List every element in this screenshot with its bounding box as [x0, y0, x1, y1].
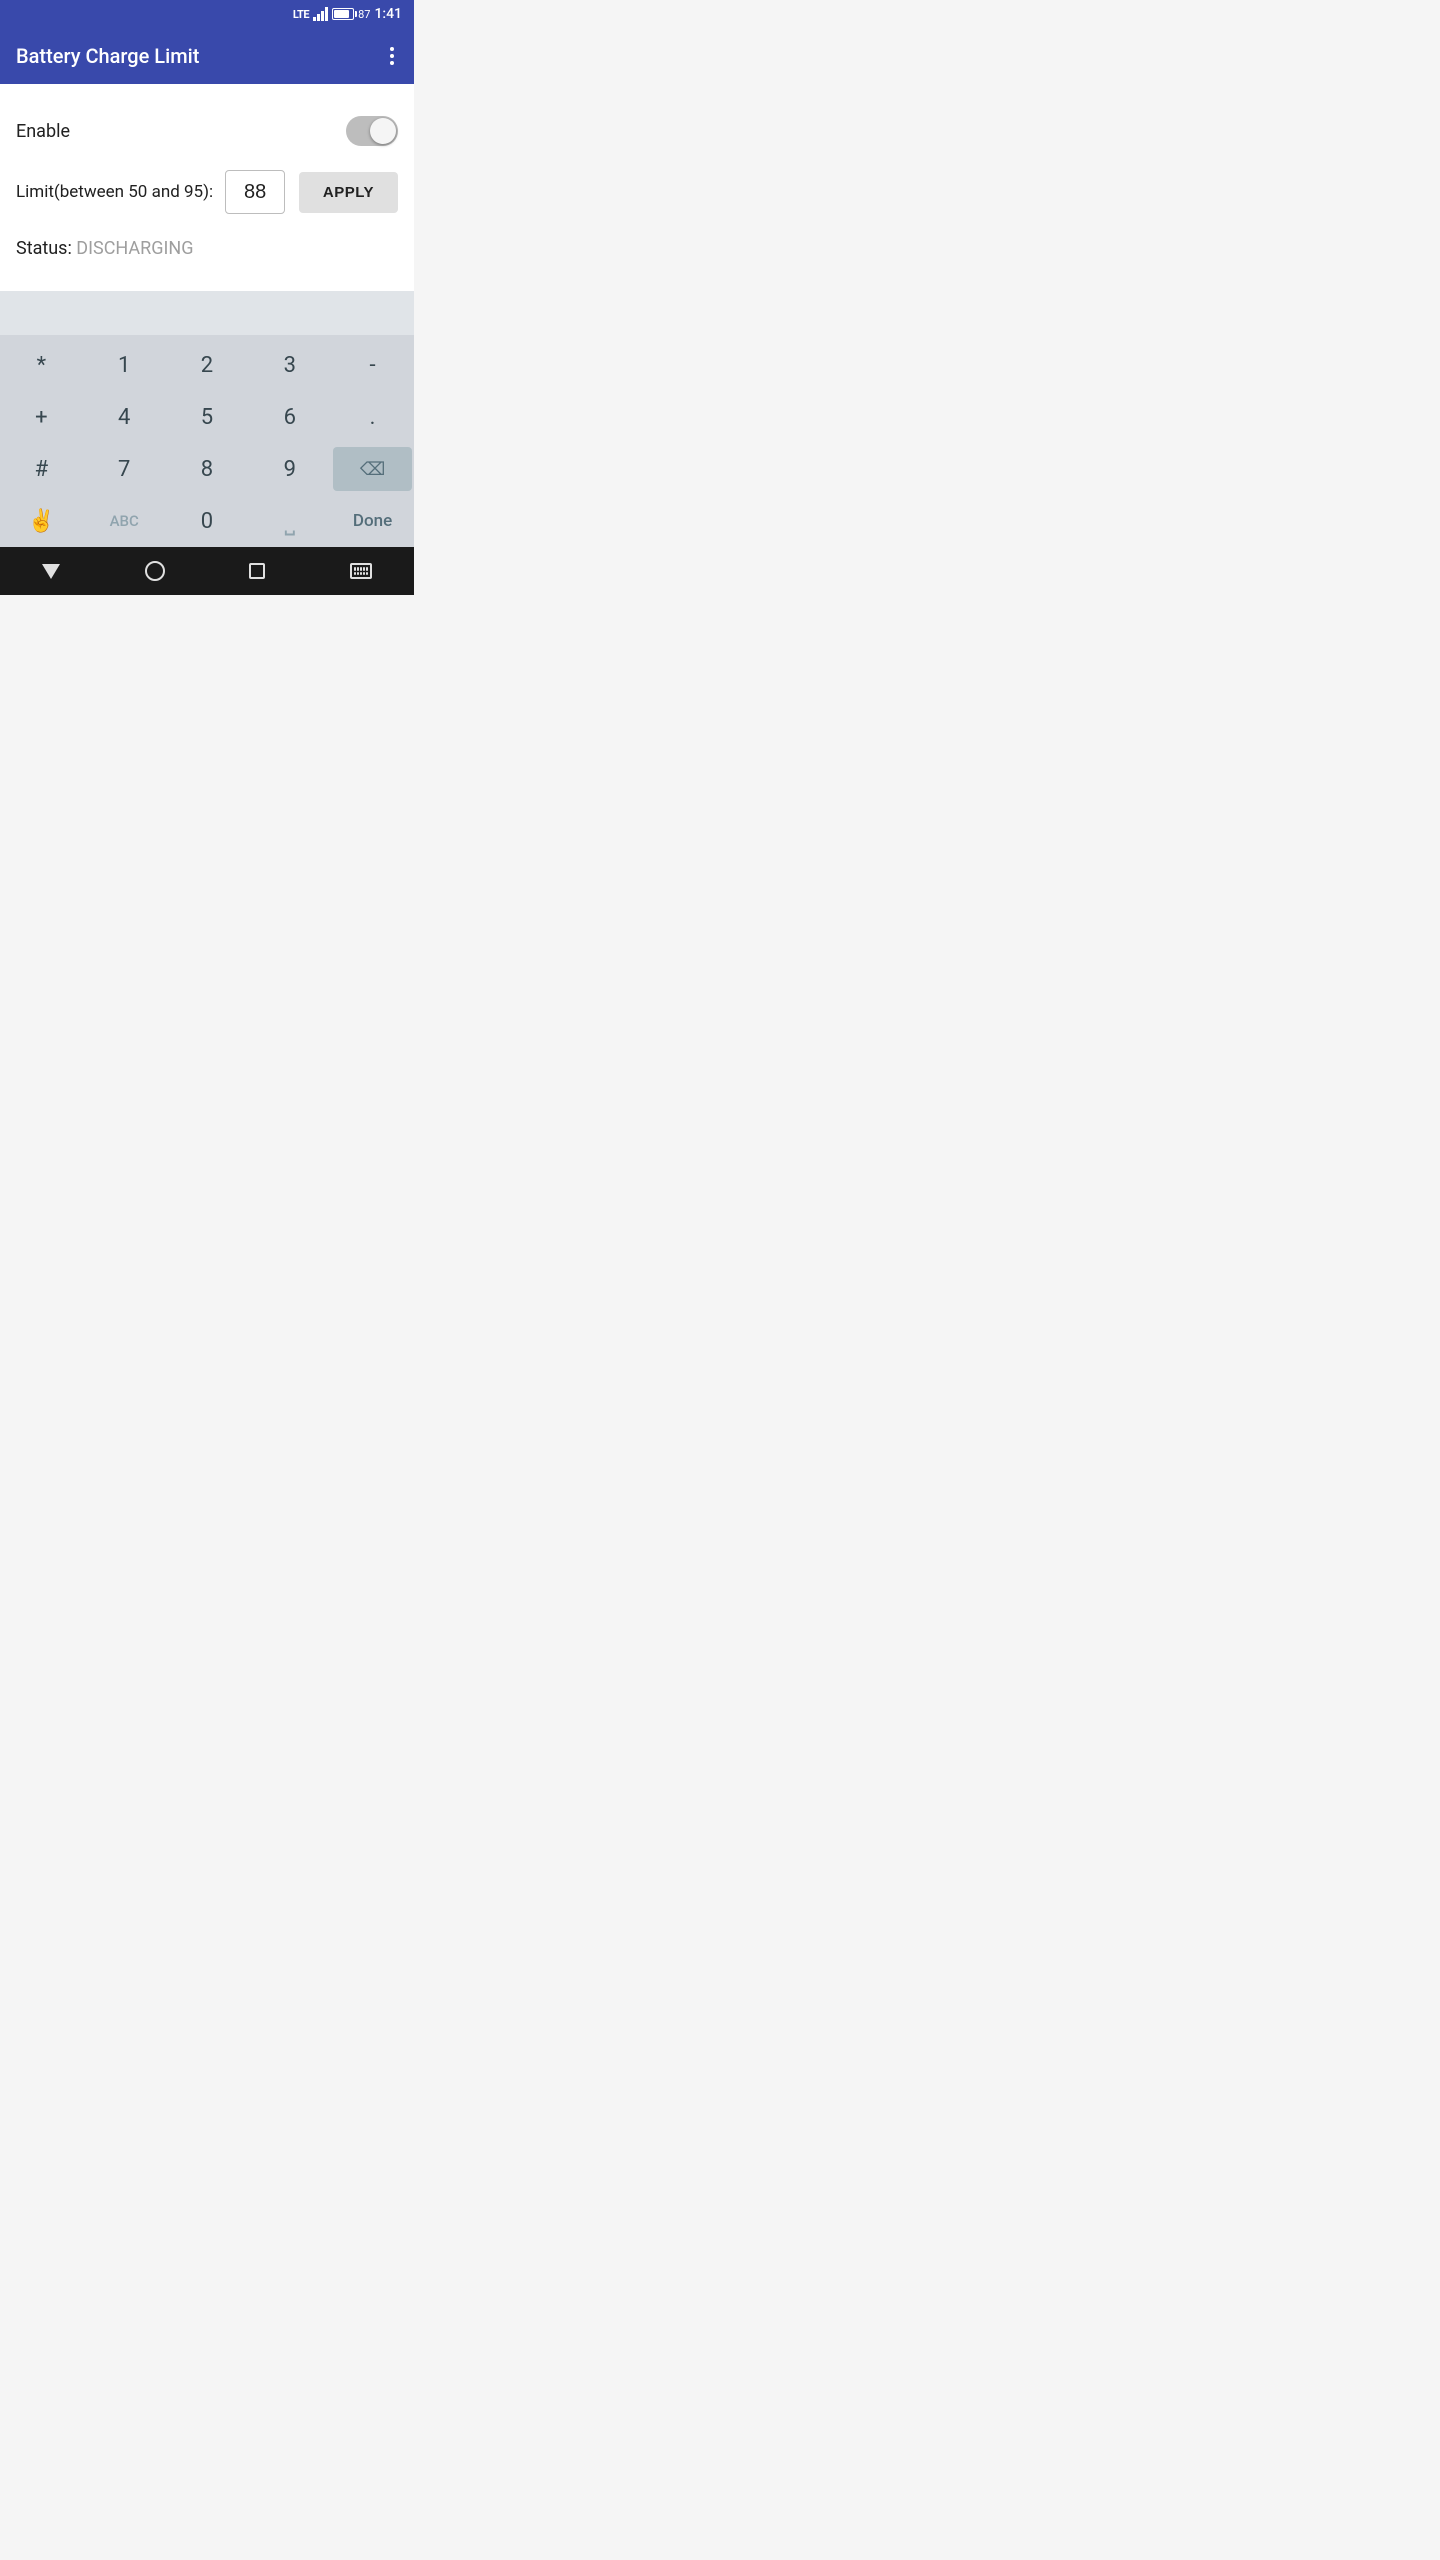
key-9[interactable]: 9 — [250, 447, 329, 491]
key-backspace[interactable]: ⌫ — [333, 447, 412, 491]
battery-percent: 87 — [358, 8, 370, 21]
signal-bar-2 — [317, 14, 320, 21]
enable-toggle[interactable] — [346, 116, 398, 146]
apply-button[interactable]: APPLY — [299, 172, 398, 213]
overflow-dot-2 — [390, 54, 394, 58]
key-3[interactable]: 3 — [250, 343, 329, 387]
key-done[interactable]: Done — [333, 499, 412, 543]
signal-bar-4 — [325, 7, 328, 21]
keyboard-switch-button[interactable] — [330, 555, 392, 587]
status-row: Status: DISCHARGING — [16, 226, 398, 271]
backspace-icon: ⌫ — [360, 459, 385, 480]
signal-bars — [313, 7, 328, 21]
key-space[interactable]: ⎵ — [250, 499, 329, 543]
home-icon — [145, 561, 165, 581]
toggle-thumb — [370, 118, 396, 144]
limit-row: Limit(between 50 and 95): APPLY — [16, 158, 398, 226]
battery-icon — [332, 8, 354, 20]
key-4[interactable]: 4 — [85, 395, 164, 439]
keyboard-spacer — [0, 291, 414, 335]
recents-icon — [249, 563, 265, 579]
keyboard-row-3: # 7 8 9 ⌫ — [0, 443, 414, 495]
time-display: 1:41 — [374, 6, 402, 22]
overflow-menu-button[interactable] — [386, 43, 398, 69]
key-0[interactable]: 0 — [168, 499, 247, 543]
key-abc[interactable]: ABC — [85, 499, 164, 543]
keyboard-row-1: * 1 2 3 - — [0, 339, 414, 391]
status-label: Status: — [16, 238, 72, 259]
status-bar: LTE 87 1:41 — [0, 0, 414, 28]
app-title: Battery Charge Limit — [16, 44, 199, 68]
main-content: Enable Limit(between 50 and 95): APPLY S… — [0, 84, 414, 291]
overflow-dot-3 — [390, 61, 394, 65]
key-swype[interactable]: ✌ — [2, 499, 81, 543]
enable-row: Enable — [16, 104, 398, 158]
key-plus[interactable]: + — [2, 395, 81, 439]
key-1[interactable]: 1 — [85, 343, 164, 387]
back-icon — [42, 564, 60, 579]
lte-icon: LTE — [293, 8, 309, 21]
keyboard: * 1 2 3 - + 4 5 6 . # 7 8 9 ⌫ ✌ ABC 0 ⎵ … — [0, 335, 414, 547]
battery-fill — [334, 10, 349, 18]
key-6[interactable]: 6 — [250, 395, 329, 439]
keyboard-switch-icon — [350, 563, 372, 579]
recents-button[interactable] — [229, 555, 285, 587]
back-button[interactable] — [22, 556, 80, 587]
nav-bar — [0, 547, 414, 595]
signal-bar-3 — [321, 11, 324, 21]
key-5[interactable]: 5 — [168, 395, 247, 439]
home-button[interactable] — [125, 553, 185, 589]
signal-bar-1 — [313, 17, 316, 21]
key-period[interactable]: . — [333, 395, 412, 439]
keyboard-row-2: + 4 5 6 . — [0, 391, 414, 443]
overflow-dot-1 — [390, 47, 394, 51]
key-8[interactable]: 8 — [168, 447, 247, 491]
key-minus[interactable]: - — [333, 343, 412, 387]
keyboard-row-4: ✌ ABC 0 ⎵ Done — [0, 495, 414, 547]
app-bar: Battery Charge Limit — [0, 28, 414, 84]
enable-label: Enable — [16, 121, 70, 142]
limit-input[interactable] — [225, 170, 285, 214]
key-2[interactable]: 2 — [168, 343, 247, 387]
key-asterisk[interactable]: * — [2, 343, 81, 387]
status-icons: LTE 87 1:41 — [293, 6, 402, 22]
limit-label: Limit(between 50 and 95): — [16, 182, 213, 202]
status-value: DISCHARGING — [76, 238, 193, 259]
key-7[interactable]: 7 — [85, 447, 164, 491]
key-hash[interactable]: # — [2, 447, 81, 491]
